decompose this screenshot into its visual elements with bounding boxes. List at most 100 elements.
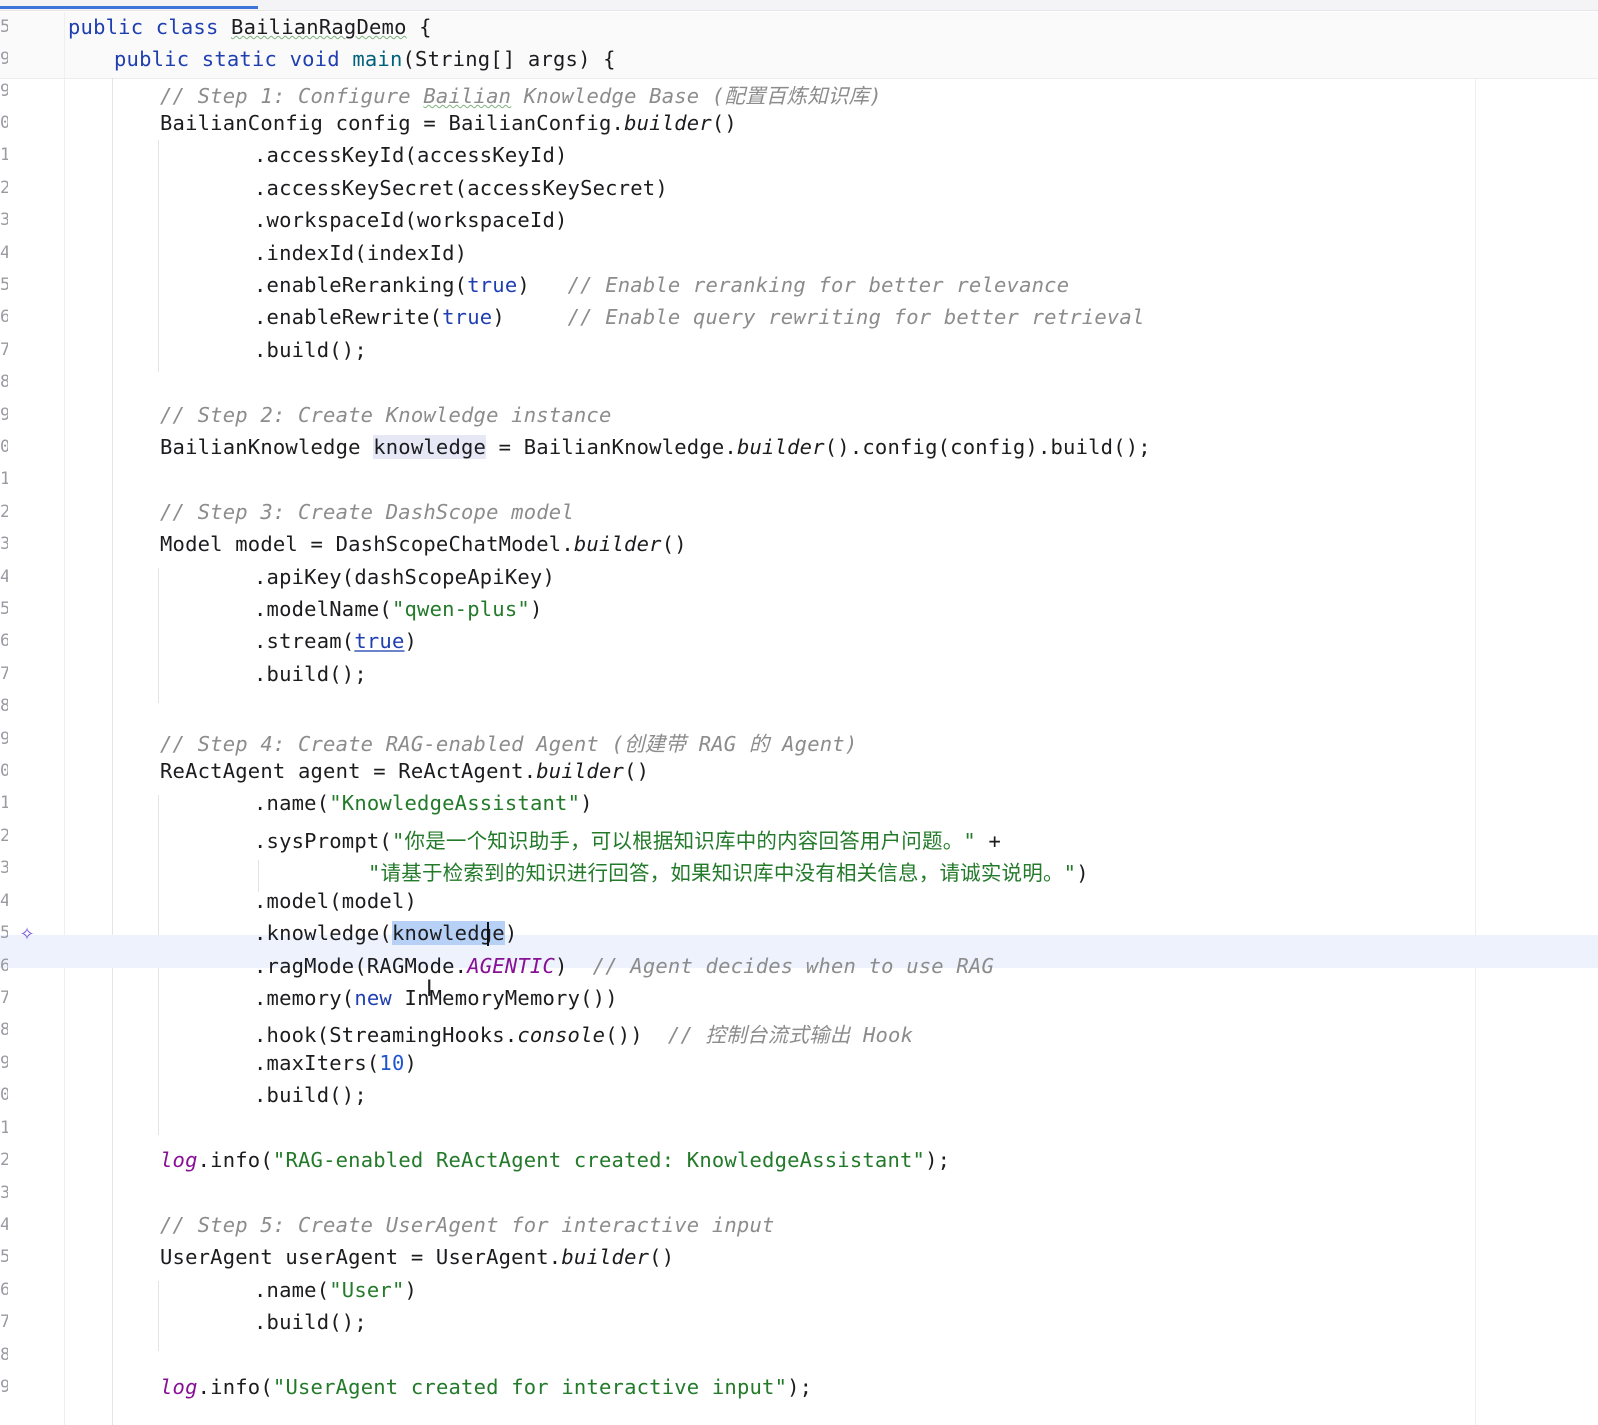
code-line[interactable]: 2 // Step 3: Create DashScope model: [0, 497, 1598, 530]
code-line[interactable]: 2 .sysPrompt("你是一个知识助手，可以根据知识库中的内容回答用户问题。…: [0, 821, 1598, 854]
code-token: Bailian: [423, 84, 512, 108]
code-line[interactable]: 9 // Step 4: Create RAG-enabled Agent (创建…: [0, 724, 1598, 757]
code-line[interactable]: 4 // Step 5: Create UserAgent for interac…: [0, 1210, 1598, 1243]
code-line[interactable]: 9 .maxIters(10): [0, 1048, 1598, 1081]
code-line[interactable]: 2 log.info("RAG-enabled ReActAgent create…: [0, 1145, 1598, 1178]
code-line[interactable]: 7 .build();: [0, 335, 1598, 368]
code-token: builder: [561, 1245, 650, 1269]
code-token: log: [160, 1375, 198, 1399]
code-line[interactable]: 3 Model model = DashScopeChatModel.builde…: [0, 529, 1598, 562]
code-token: .name(: [254, 791, 330, 815]
line-number: 9: [0, 49, 8, 69]
code-line[interactable]: 1: [0, 1113, 1598, 1146]
code-line[interactable]: 7 .build();: [0, 659, 1598, 692]
code-line[interactable]: 1 .accessKeyId(accessKeyId): [0, 140, 1598, 173]
line-number: 9: [0, 1053, 8, 1073]
code-token: 10: [379, 1051, 405, 1075]
code-line[interactable]: 9 // Step 2: Create Knowledge instance: [0, 400, 1598, 433]
code-line[interactable]: 0 BailianKnowledge knowledge = BailianKno…: [0, 432, 1598, 465]
code-line[interactable]: 5 ✧ .knowledge(knowledge): [0, 918, 1598, 951]
code-line[interactable]: 9 // Step 1: Configure Bailian Knowledge …: [0, 76, 1598, 109]
code-text: .enableReranking(true) // Enable reranki…: [254, 273, 1069, 297]
code-line[interactable]: 1 .name("KnowledgeAssistant"): [0, 788, 1598, 821]
code-text: .name("KnowledgeAssistant"): [254, 791, 593, 815]
line-number: 1: [0, 469, 8, 489]
code-token: (): [711, 111, 737, 135]
code-line[interactable]: 9 log.info("UserAgent created for interac…: [0, 1372, 1598, 1405]
line-number: 4: [0, 567, 8, 587]
code-text: Model model = DashScopeChatModel.builder…: [160, 532, 687, 556]
code-token: {: [406, 15, 432, 39]
code-text: .indexId(indexId): [254, 241, 467, 265]
code-text: .build();: [254, 1083, 367, 1107]
code-line[interactable]: 0 .build();: [0, 1080, 1598, 1113]
code-line[interactable]: 5 UserAgent userAgent = UserAgent.builder…: [0, 1242, 1598, 1275]
code-line[interactable]: 2 .accessKeySecret(accessKeySecret): [0, 173, 1598, 206]
code-token: );: [925, 1148, 951, 1172]
code-line[interactable]: 7 .build();: [0, 1307, 1598, 1340]
line-number: 5: [0, 1247, 8, 1267]
code-line[interactable]: 4 .apiKey(dashScopeApiKey): [0, 562, 1598, 595]
code-token: );: [787, 1375, 813, 1399]
line-number: 6: [0, 631, 8, 651]
code-token: ): [404, 1278, 418, 1302]
code-line[interactable]: 6 .ragMode(RAGMode.AGENTIC) // Agent deci…: [0, 951, 1598, 984]
code-token: builder: [736, 435, 825, 459]
code-line[interactable]: 0 BailianConfig config = BailianConfig.bu…: [0, 108, 1598, 141]
line-number: 7: [0, 340, 8, 360]
line-number: 7: [0, 664, 8, 684]
code-line[interactable]: 8: [0, 691, 1598, 724]
code-token: ): [517, 273, 568, 297]
code-token: .workspaceId(workspaceId): [254, 208, 568, 232]
line-number: 7: [0, 1312, 8, 1332]
code-line[interactable]: 0 ReActAgent agent = ReActAgent.builder(): [0, 756, 1598, 789]
code-line[interactable]: 4 .indexId(indexId): [0, 238, 1598, 271]
code-text: .apiKey(dashScopeApiKey): [254, 565, 555, 589]
code-line[interactable]: 4 .model(model): [0, 886, 1598, 919]
code-token: true: [354, 629, 405, 653]
line-number: 8: [0, 372, 8, 392]
code-line[interactable]: 1: [0, 464, 1598, 497]
code-token: ()): [605, 1023, 668, 1047]
code-token: (String[] args) {: [402, 47, 616, 71]
code-token: "请基于检索到的知识进行回答，如果知识库中没有相关信息，请诚实说明。": [368, 861, 1077, 885]
code-token: ): [404, 1051, 418, 1075]
line-number: 4: [0, 1215, 8, 1235]
code-token: "UserAgent created for interactive input…: [272, 1375, 788, 1399]
code-line[interactable]: 9 public static void main(String[] args) …: [0, 44, 1598, 77]
line-number: 3: [0, 1183, 8, 1203]
code-line[interactable]: 3: [0, 1178, 1598, 1211]
line-number: 8: [0, 1020, 8, 1040]
code-token: // Agent decides when to use RAG: [592, 954, 995, 978]
code-text: .build();: [254, 338, 367, 362]
code-text: // Step 5: Create UserAgent for interact…: [160, 1213, 775, 1237]
code-token: BailianConfig config = BailianConfig.: [160, 111, 625, 135]
code-line[interactable]: 3 "请基于检索到的知识进行回答，如果知识库中没有相关信息，请诚实说明。"): [0, 853, 1598, 886]
code-line[interactable]: 6 .stream(true): [0, 626, 1598, 659]
code-line[interactable]: 8 .hook(StreamingHooks.console()) // 控制台流…: [0, 1015, 1598, 1048]
code-line[interactable]: 3 .workspaceId(workspaceId): [0, 205, 1598, 238]
code-token: // 控制台流式输出 Hook: [667, 1023, 914, 1047]
line-number: 4: [0, 891, 8, 911]
active-tab-indicator[interactable]: [0, 6, 258, 9]
line-number: 2: [0, 1150, 8, 1170]
code-line[interactable]: 7 .memory(new InMemoryMemory()): [0, 983, 1598, 1016]
code-line[interactable]: 5 public class BailianRagDemo {: [0, 12, 1598, 45]
code-token: ): [492, 305, 568, 329]
code-line[interactable]: 5 .enableReranking(true) // Enable rerank…: [0, 270, 1598, 303]
text-cursor-icon: I: [426, 977, 433, 1002]
line-number: 0: [0, 437, 8, 457]
code-token: builder: [536, 759, 625, 783]
code-text: .ragMode(RAGMode.AGENTIC) // Agent decid…: [254, 954, 994, 978]
ai-assistant-icon[interactable]: ✧: [16, 924, 38, 946]
code-token: knowledge: [373, 435, 487, 459]
code-line[interactable]: 8: [0, 367, 1598, 400]
code-token: ReActAgent agent = ReActAgent.: [160, 759, 537, 783]
code-line[interactable]: 8: [0, 1340, 1598, 1373]
code-line[interactable]: 6 .name("User"): [0, 1275, 1598, 1308]
code-line[interactable]: 6 .enableRewrite(true) // Enable query re…: [0, 302, 1598, 335]
code-line[interactable]: 5 .modelName("qwen-plus"): [0, 594, 1598, 627]
line-number: 1: [0, 145, 8, 165]
line-number: 6: [0, 956, 8, 976]
code-token: ().config(config).build();: [824, 435, 1151, 459]
